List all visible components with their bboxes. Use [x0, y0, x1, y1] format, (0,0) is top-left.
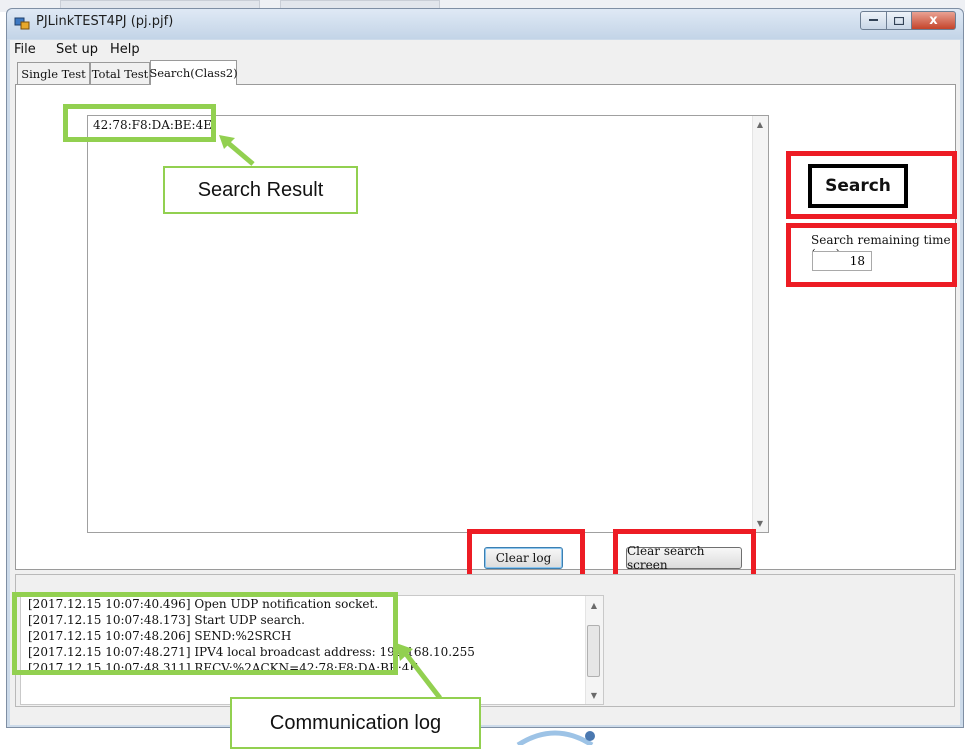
minimize-button[interactable]: [860, 11, 887, 30]
scroll-down-arrow-icon[interactable]: ▼: [752, 516, 768, 530]
search-result-highlight: [63, 104, 216, 142]
partial-logo: [516, 730, 595, 745]
menu-help[interactable]: Help: [110, 42, 140, 57]
tab-total-test[interactable]: Total Test: [90, 62, 150, 84]
window-title: PJLinkTEST4PJ (pj.pjf): [36, 14, 174, 29]
scroll-up-arrow-icon[interactable]: ▲: [752, 117, 768, 131]
clear-search-screen-button[interactable]: Clear search screen: [626, 544, 742, 572]
scroll-down-arrow-icon[interactable]: ▼: [585, 688, 603, 702]
result-scrollbar[interactable]: [752, 116, 768, 532]
communication-log-highlight: [12, 592, 398, 675]
search-result-callout: Search Result: [163, 166, 358, 214]
tab-search-class2[interactable]: Search(Class2): [149, 60, 238, 85]
minimize-icon: [869, 19, 878, 21]
menu-file[interactable]: File: [14, 42, 36, 57]
log-scroll-thumb[interactable]: [587, 625, 600, 677]
clear-log-button[interactable]: Clear log: [484, 547, 563, 569]
maximize-button[interactable]: [886, 11, 912, 30]
tab-single-test[interactable]: Single Test: [17, 62, 90, 84]
close-button[interactable]: x: [911, 11, 956, 30]
search-remaining-time-field[interactable]: 18: [812, 251, 872, 271]
pjlink-app-icon: [14, 15, 30, 30]
menu-setup[interactable]: Set up: [56, 42, 98, 57]
scroll-up-arrow-icon[interactable]: ▲: [585, 598, 603, 612]
search-button[interactable]: Search: [808, 164, 908, 208]
close-icon: x: [929, 13, 938, 28]
maximize-icon: [894, 16, 904, 25]
communication-log-callout: Communication log: [230, 697, 481, 749]
